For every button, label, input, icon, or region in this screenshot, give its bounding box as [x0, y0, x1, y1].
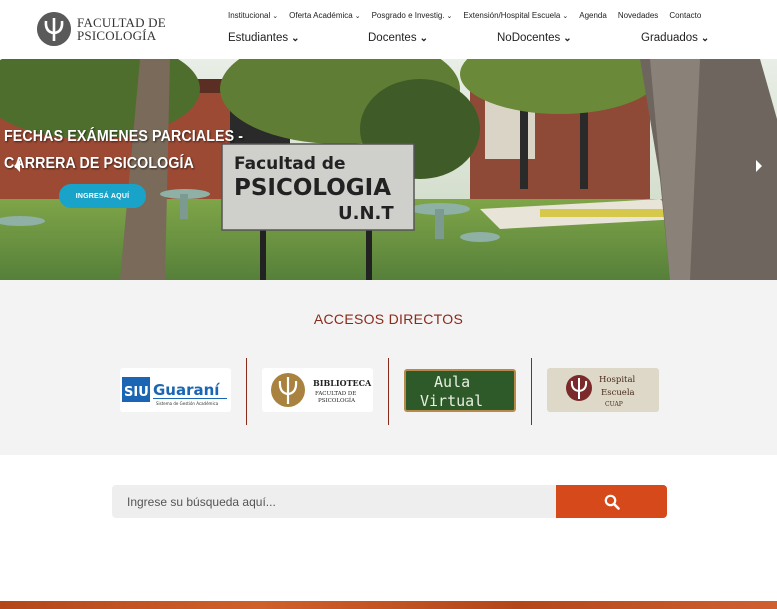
sign-line-2: PSICOLOGIA [234, 175, 391, 201]
biblioteca-line-1: BIBLIOTECA [313, 378, 372, 388]
top-nav-label: Contacto [669, 11, 702, 20]
top-nav-posgrado[interactable]: Posgrado e Investig. ⌄ [372, 11, 453, 20]
accesos-divider [531, 358, 532, 425]
accesos-divider [388, 358, 389, 425]
main-nav-label: Graduados [641, 32, 698, 44]
sign-line-1: Facultad de [234, 154, 345, 174]
siu-brand-2: Guaraní [153, 381, 220, 399]
hero-slider: Facultad de PSICOLOGIA U.N.T FECHAS EXÁM… [0, 59, 777, 280]
top-nav-agenda[interactable]: Agenda [579, 11, 607, 20]
main-nav-graduados[interactable]: Graduados ⌄ [641, 32, 709, 44]
chevron-down-icon: ⌄ [354, 12, 361, 20]
aula-virtual-link[interactable]: Aula Virtual [404, 369, 516, 412]
hospital-escuela-link[interactable]: Hospital Escuela CUAP [547, 368, 659, 412]
top-nav-label: Agenda [579, 11, 607, 20]
hospital-line-3: CUAP [605, 401, 623, 408]
chevron-down-icon: ⌄ [419, 33, 428, 44]
main-nav-nodocentes[interactable]: NoDocentes ⌄ [497, 32, 572, 44]
main-nav: Estudiantes ⌄ Docentes ⌄ NoDocentes ⌄ Gradu… [0, 32, 777, 48]
top-nav-contacto[interactable]: Contacto [669, 11, 701, 20]
top-nav-label: Novedades [617, 11, 659, 20]
top-nav-novedades[interactable]: Novedades [618, 11, 658, 20]
chevron-down-icon: ⌄ [272, 12, 279, 20]
accesos-divider [246, 358, 247, 425]
biblioteca-line-3: PSICOLOGÍA [318, 397, 356, 404]
accesos-title: ACCESOS DIRECTOS [313, 311, 464, 327]
top-nav-label: Oferta Académica [289, 11, 353, 20]
biblioteca-line-2: FACULTAD DE [315, 391, 356, 397]
site-search [112, 485, 667, 518]
siu-brand-1: SIU [124, 385, 149, 400]
top-nav-label: Institucional [228, 11, 271, 20]
main-nav-estudiantes[interactable]: Estudiantes ⌄ [228, 32, 300, 44]
page: FACULTAD DE PSICOLOGÍA Institucional ⌄ Of… [0, 0, 777, 609]
hero-cta-button[interactable]: INGRESÁ AQUÍ [59, 184, 146, 208]
top-nav-institucional[interactable]: Institucional ⌄ [228, 11, 278, 20]
search-icon [604, 494, 620, 510]
main-nav-label: NoDocentes [497, 32, 561, 44]
search-button[interactable] [556, 485, 667, 518]
footer-strip [0, 601, 777, 609]
hero-title[interactable]: FECHAS EXÁMENES PARCIALES - CARRERA DE P… [4, 123, 243, 177]
site-header: FACULTAD DE PSICOLOGÍA Institucional ⌄ Of… [0, 0, 777, 59]
top-nav-extension[interactable]: Extensión/Hospital Escuela ⌄ [463, 11, 568, 20]
biblioteca-link[interactable]: BIBLIOTECA FACULTAD DE PSICOLOGÍA [262, 368, 373, 412]
chevron-down-icon: ⌄ [700, 33, 710, 44]
main-nav-label: Estudiantes [228, 32, 289, 44]
chevron-down-icon: ⌄ [562, 12, 569, 20]
search-input[interactable] [112, 485, 556, 518]
top-nav-oferta-academica[interactable]: Oferta Académica ⌄ [289, 11, 360, 20]
siu-guarani-link[interactable]: SIU Guaraní Sistema de Gestión Académica [120, 368, 231, 412]
sign-line-3: U.N.T [338, 203, 394, 224]
top-nav-label: Posgrado e Investig. [371, 11, 445, 20]
siu-tagline: Sistema de Gestión Académica [156, 401, 219, 406]
hero-title-line-1: FECHAS EXÁMENES PARCIALES - [4, 128, 244, 145]
chevron-down-icon: ⌄ [563, 33, 572, 44]
main-nav-docentes[interactable]: Docentes ⌄ [368, 32, 428, 44]
hospital-line-2: Escuela [601, 388, 635, 398]
top-nav-label: Extensión/Hospital Escuela [463, 11, 561, 20]
accesos-directos-section: ACCESOS DIRECTOS SIU Guaraní Sistema de … [0, 280, 777, 455]
chevron-down-icon: ⌄ [291, 33, 300, 44]
hero-title-line-2: CARRERA DE PSICOLOGÍA [4, 155, 194, 172]
top-nav: Institucional ⌄ Oferta Académica ⌄ Posgrad… [228, 11, 712, 20]
hospital-line-1: Hospital [599, 375, 636, 385]
chevron-down-icon: ⌄ [446, 12, 453, 20]
main-nav-label: Docentes [368, 32, 417, 44]
aula-line-1: Aula [434, 373, 470, 391]
aula-line-2: Virtual [420, 392, 483, 410]
